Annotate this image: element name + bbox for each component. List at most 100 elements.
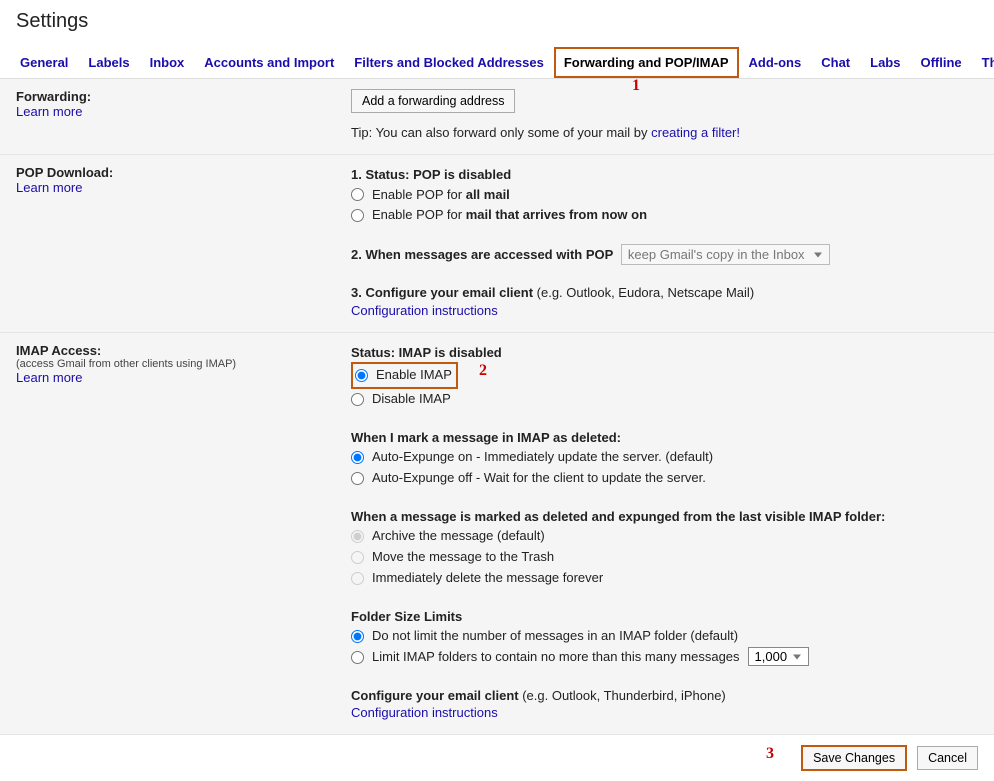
- tab-inbox[interactable]: Inbox: [140, 47, 195, 78]
- tab-themes[interactable]: Themes: [972, 47, 994, 78]
- imap-disable-label: Disable IMAP: [372, 389, 451, 410]
- imap-folder-nolimit-label: Do not limit the number of messages in a…: [372, 626, 738, 647]
- section-forwarding: Forwarding: Learn more Add a forwarding …: [0, 79, 994, 155]
- imap-folder-heading: Folder Size Limits: [351, 607, 978, 627]
- imap-configure-row: Configure your email client (e.g. Outloo…: [351, 686, 978, 706]
- imap-trash-radio[interactable]: [351, 551, 364, 564]
- imap-status-value: IMAP is disabled: [399, 345, 502, 360]
- tab-filters[interactable]: Filters and Blocked Addresses: [344, 47, 554, 78]
- section-imap: IMAP Access: (access Gmail from other cl…: [0, 333, 994, 736]
- annotation-2: 2: [479, 362, 487, 380]
- imap-disable-row: Disable IMAP: [351, 389, 978, 410]
- imap-enable-label: Enable IMAP: [376, 365, 452, 386]
- add-forwarding-address-button[interactable]: Add a forwarding address: [351, 89, 515, 113]
- imap-trash-label: Move the message to the Trash: [372, 547, 554, 568]
- imap-folder-limit-label: Limit IMAP folders to contain no more th…: [372, 647, 740, 668]
- imap-folder-limit-row: Limit IMAP folders to contain no more th…: [351, 647, 978, 668]
- imap-delete-forever-label: Immediately delete the message forever: [372, 568, 603, 589]
- pop-enable-now-radio[interactable]: [351, 209, 364, 222]
- pop-accessed-row: 2. When messages are accessed with POP k…: [351, 244, 978, 265]
- imap-status-label: Status:: [351, 345, 399, 360]
- save-changes-button[interactable]: Save Changes: [801, 745, 907, 771]
- tabs-bar: General Labels Inbox Accounts and Import…: [0, 47, 994, 79]
- forwarding-tip: Tip: You can also forward only some of y…: [351, 125, 978, 140]
- pop-enable-now-pre: Enable POP for: [372, 207, 466, 222]
- pop-accessed-select[interactable]: keep Gmail's copy in the Inbox: [621, 244, 830, 265]
- imap-archive-label: Archive the message (default): [372, 526, 545, 547]
- pop-enable-now-row: Enable POP for mail that arrives from no…: [351, 205, 978, 226]
- imap-archive-radio[interactable]: [351, 530, 364, 543]
- tab-addons[interactable]: Add-ons: [739, 47, 812, 78]
- imap-archive-row: Archive the message (default): [351, 526, 978, 547]
- section-imap-left: IMAP Access: (access Gmail from other cl…: [16, 343, 351, 721]
- imap-expunge-on-row: Auto-Expunge on - Immediately update the…: [351, 447, 978, 468]
- pop-configure-eg: (e.g. Outlook, Eudora, Netscape Mail): [537, 285, 755, 300]
- section-pop: POP Download: Learn more 1. Status: POP …: [0, 155, 994, 333]
- imap-heading: IMAP Access:: [16, 343, 351, 358]
- pop-learn-more-link[interactable]: Learn more: [16, 180, 351, 195]
- imap-folder-nolimit-radio[interactable]: [351, 630, 364, 643]
- pop-enable-now-label: Enable POP for mail that arrives from no…: [372, 205, 647, 226]
- imap-expunge-on-radio[interactable]: [351, 451, 364, 464]
- imap-enable-row-wrap: Enable IMAP 2: [351, 362, 978, 389]
- pop-enable-now-bold: mail that arrives from now on: [466, 207, 647, 222]
- imap-folder-limit-select-wrap: 1,000: [744, 647, 809, 668]
- imap-learn-more-link[interactable]: Learn more: [16, 370, 351, 385]
- imap-folder-limit-radio[interactable]: [351, 651, 364, 664]
- imap-delete-forever-radio[interactable]: [351, 572, 364, 585]
- pop-accessed-label: 2. When messages are accessed with POP: [351, 247, 613, 262]
- imap-expunge-off-label: Auto-Expunge off - Wait for the client t…: [372, 468, 706, 489]
- pop-enable-all-row: Enable POP for all mail: [351, 185, 978, 206]
- pop-status-row: 1. Status: POP is disabled: [351, 165, 978, 185]
- footer: 3 Save Changes Cancel: [0, 735, 994, 781]
- section-forwarding-right: Add a forwarding address Tip: You can al…: [351, 89, 978, 140]
- section-forwarding-left: Forwarding: Learn more: [16, 89, 351, 140]
- page-title: Settings: [0, 0, 994, 47]
- imap-enable-radio[interactable]: [355, 369, 368, 382]
- pop-accessed-select-wrap: keep Gmail's copy in the Inbox: [617, 244, 830, 265]
- forwarding-learn-more-link[interactable]: Learn more: [16, 104, 351, 119]
- imap-subheading: (access Gmail from other clients using I…: [16, 358, 351, 370]
- cancel-button[interactable]: Cancel: [917, 746, 978, 770]
- imap-trash-row: Move the message to the Trash: [351, 547, 978, 568]
- pop-enable-all-bold: all mail: [466, 187, 510, 202]
- tab-labels[interactable]: Labels: [78, 47, 139, 78]
- pop-enable-all-label: Enable POP for all mail: [372, 185, 510, 206]
- tab-forwarding-pop-imap[interactable]: Forwarding and POP/IMAP: [554, 47, 739, 78]
- tab-chat[interactable]: Chat: [811, 47, 860, 78]
- imap-enable-highlight: Enable IMAP: [351, 362, 458, 389]
- imap-expunge-on-label: Auto-Expunge on - Immediately update the…: [372, 447, 713, 468]
- pop-heading: POP Download:: [16, 165, 351, 180]
- pop-enable-all-pre: Enable POP for: [372, 187, 466, 202]
- tab-offline[interactable]: Offline: [910, 47, 971, 78]
- tab-labs[interactable]: Labs: [860, 47, 910, 78]
- imap-configure-label: Configure your email client: [351, 688, 522, 703]
- imap-status-row: Status: IMAP is disabled: [351, 343, 978, 363]
- pop-configure-label: 3. Configure your email client: [351, 285, 537, 300]
- section-pop-right: 1. Status: POP is disabled Enable POP fo…: [351, 165, 978, 318]
- pop-status-value: POP is disabled: [413, 167, 511, 182]
- annotation-1: 1: [632, 77, 640, 95]
- pop-config-instructions-link[interactable]: Configuration instructions: [351, 303, 978, 318]
- section-pop-left: POP Download: Learn more: [16, 165, 351, 318]
- pop-configure-row: 3. Configure your email client (e.g. Out…: [351, 283, 978, 303]
- forwarding-heading: Forwarding:: [16, 89, 351, 104]
- pop-enable-all-radio[interactable]: [351, 188, 364, 201]
- imap-disable-radio[interactable]: [351, 393, 364, 406]
- imap-folder-limit-select[interactable]: 1,000: [748, 647, 809, 666]
- imap-folder-nolimit-row: Do not limit the number of messages in a…: [351, 626, 978, 647]
- create-filter-link[interactable]: creating a filter!: [651, 125, 740, 140]
- imap-expunged-heading: When a message is marked as deleted and …: [351, 507, 978, 527]
- imap-expunge-off-row: Auto-Expunge off - Wait for the client t…: [351, 468, 978, 489]
- pop-status-label: 1. Status:: [351, 167, 413, 182]
- section-imap-right: Status: IMAP is disabled Enable IMAP 2 D…: [351, 343, 978, 721]
- imap-config-instructions-link[interactable]: Configuration instructions: [351, 705, 978, 720]
- imap-expunge-off-radio[interactable]: [351, 472, 364, 485]
- imap-deleted-heading: When I mark a message in IMAP as deleted…: [351, 428, 978, 448]
- tab-general[interactable]: General: [10, 47, 78, 78]
- tab-accounts[interactable]: Accounts and Import: [194, 47, 344, 78]
- imap-delete-forever-row: Immediately delete the message forever: [351, 568, 978, 589]
- imap-configure-eg: (e.g. Outlook, Thunderbird, iPhone): [522, 688, 726, 703]
- forwarding-tip-text: Tip: You can also forward only some of y…: [351, 125, 651, 140]
- annotation-3: 3: [766, 745, 774, 763]
